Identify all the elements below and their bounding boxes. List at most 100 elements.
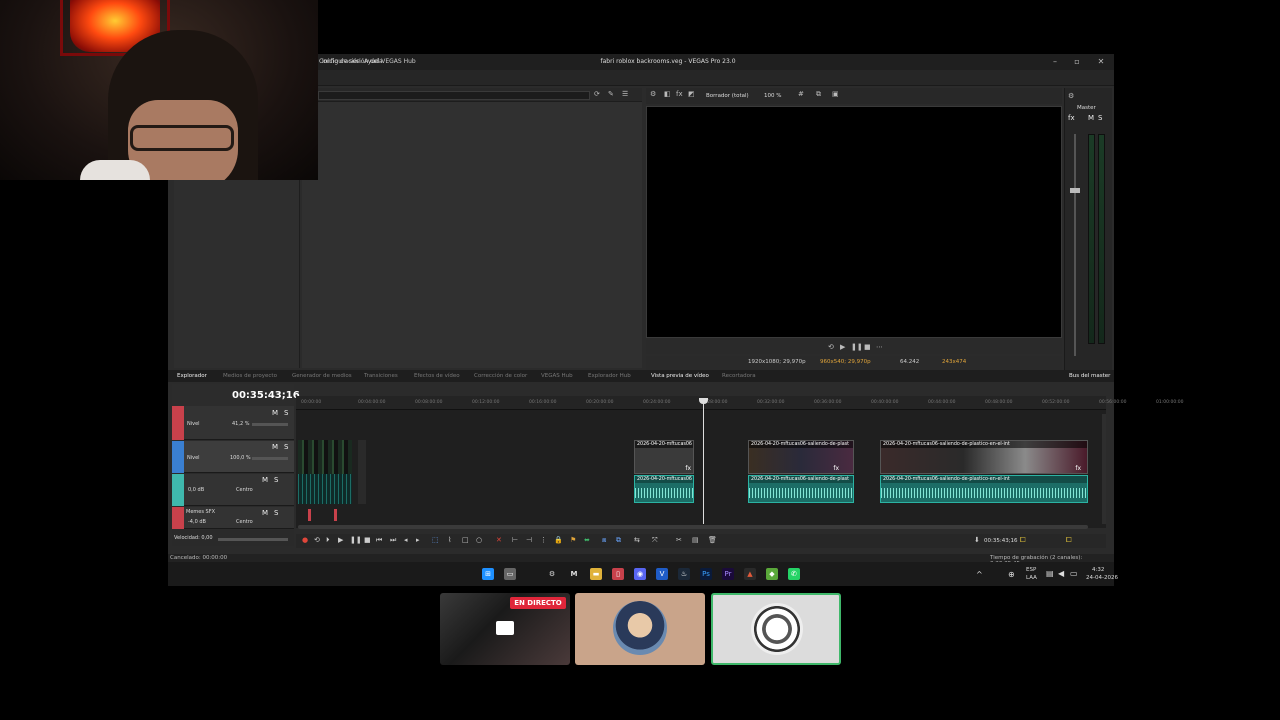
views-icon[interactable]: ☰ (622, 90, 628, 98)
play-icon[interactable]: ▶ (338, 536, 343, 544)
clip-2-fx-icon[interactable]: fx (833, 465, 839, 472)
track-2-solo[interactable]: S (284, 443, 288, 451)
go-start-icon[interactable]: ⏮ (376, 536, 382, 545)
tray-wifi-icon[interactable]: ▤ (1046, 569, 1054, 578)
more-tools-icon[interactable]: ▤ (692, 536, 699, 544)
tab-explorador[interactable]: Explorador (177, 373, 207, 379)
tray-time[interactable]: 4:32 (1092, 567, 1104, 573)
clip-video-1[interactable]: 2026-04-20-mftucas06 fx (634, 440, 694, 474)
task-view-icon[interactable]: ▭ (504, 568, 516, 580)
clip-early-small[interactable] (358, 440, 366, 504)
premiere-icon[interactable]: Pr (722, 568, 734, 580)
track-3-solo[interactable]: S (274, 476, 278, 484)
windows-start-icon[interactable]: ⊞ (482, 568, 494, 580)
master-fader-handle[interactable] (1070, 188, 1080, 193)
sfx-clip-2[interactable] (334, 509, 337, 521)
tab-generador-medios[interactable]: Generador de medios (292, 373, 352, 379)
clip-audio-3[interactable]: 2026-04-20-mftucas06-saliendo-de-plastic… (880, 475, 1088, 503)
tab-correccion-color[interactable]: Corrección de color (474, 373, 527, 379)
track-1-mute[interactable]: M (272, 409, 278, 417)
settings-app-icon[interactable]: ⚙ (546, 568, 558, 580)
tab-bus-master[interactable]: Bus del master (1069, 373, 1110, 379)
pause-icon[interactable]: ❚❚ (350, 536, 362, 544)
clip-audio-2[interactable]: 2026-04-20-mftucas06-saliendo-de-plast (748, 475, 854, 503)
preview-play-icon[interactable]: ▶ (840, 343, 845, 351)
file-explorer-icon[interactable]: ▬ (590, 568, 602, 580)
fx-icon[interactable]: fx (676, 90, 683, 98)
master-fx-button[interactable]: fx (1068, 114, 1075, 122)
master-mute-button[interactable]: M (1088, 114, 1094, 122)
grid-icon[interactable]: # (798, 90, 804, 98)
tab-vista-previa[interactable]: Vista previa de vídeo (651, 373, 709, 379)
save-snapshot-icon[interactable]: ▣ (832, 90, 839, 98)
tab-transiciones[interactable]: Transiciones (364, 373, 398, 379)
close-icon[interactable]: ✕ (1094, 57, 1108, 66)
tray-lang[interactable]: ESP (1026, 567, 1036, 573)
selection-tool-icon[interactable]: □ (462, 536, 469, 544)
m-app-icon[interactable]: M (568, 568, 580, 580)
discord-icon[interactable]: ◉ (634, 568, 646, 580)
app-orange-icon[interactable]: ▲ (744, 568, 756, 580)
track-3-mute[interactable]: M (262, 476, 268, 484)
hub-login-link[interactable]: Inicio de sesión del VEGAS Hub (322, 58, 416, 65)
prev-frame-icon[interactable]: ◂ (404, 536, 408, 544)
split-icon[interactable]: ⋮ (540, 536, 547, 544)
minimize-icon[interactable]: – (1048, 57, 1062, 66)
preview-pause-icon[interactable]: ❚❚ (851, 343, 863, 351)
delete-icon[interactable]: ✕ (496, 536, 502, 544)
clip-1-fx-icon[interactable]: fx (685, 465, 691, 472)
loop-icon[interactable]: ⟲ (828, 343, 834, 351)
tray-battery-icon[interactable]: ▭ (1070, 569, 1078, 578)
clip-early-audio[interactable] (298, 474, 352, 504)
app-red-icon[interactable]: ▯ (612, 568, 624, 580)
next-frame-icon[interactable]: ▸ (416, 536, 420, 544)
autoripple-icon[interactable]: ⧉ (616, 536, 621, 545)
trash-icon[interactable]: 🗑 (708, 536, 717, 544)
track-4-mute[interactable]: M (262, 509, 268, 517)
refresh-icon[interactable]: ⟳ (594, 90, 600, 98)
edit-tool-icon[interactable]: ⬚ (432, 536, 439, 544)
tab-efectos-video[interactable]: Efectos de vídeo (414, 373, 460, 379)
tools-icon[interactable]: ✎ (608, 90, 614, 98)
loop-playback-icon[interactable]: ⟲ (314, 536, 320, 544)
tray-date[interactable]: 24-04-2026 (1086, 575, 1118, 581)
photoshop-icon[interactable]: Ps (700, 568, 712, 580)
speed-slider[interactable] (218, 538, 288, 541)
track-1-level-slider[interactable] (252, 423, 288, 426)
stream-thumbnail-3[interactable] (711, 593, 841, 665)
clip-audio-1[interactable]: 2026-04-20-mftucas06 (634, 475, 694, 503)
tray-volume-icon[interactable]: ◀ (1058, 569, 1064, 578)
track-2-level-slider[interactable] (252, 457, 288, 460)
vegas-app-icon[interactable]: V (656, 568, 668, 580)
snap-icon[interactable]: ⧈ (602, 536, 606, 545)
master-solo-button[interactable]: S (1098, 114, 1102, 122)
master-settings-icon[interactable]: ⚙ (1068, 92, 1074, 100)
ripple-mode-icon[interactable]: ⇆ (634, 536, 640, 544)
preview-more-icon[interactable]: ⋯ (876, 343, 883, 351)
tray-overflow-icon[interactable]: ^ (976, 570, 983, 579)
clip-video-3[interactable]: 2026-04-20-mftucas06-saliendo-de-plastic… (880, 440, 1088, 474)
clip-early-video[interactable] (298, 440, 352, 474)
settings-gear-icon[interactable]: ⚙ (650, 90, 656, 98)
trim-start-icon[interactable]: ⊢ (512, 536, 518, 544)
tab-recortadora[interactable]: Recortadora (722, 373, 756, 379)
go-end-icon[interactable]: ⏭ (390, 536, 396, 545)
track-2-mute[interactable]: M (272, 443, 278, 451)
whatsapp-icon[interactable]: ✆ (788, 568, 800, 580)
restore-icon[interactable]: ▫ (1070, 57, 1084, 66)
clip-3-fx-icon[interactable]: fx (1075, 465, 1081, 472)
overlay-icon[interactable]: ◩ (688, 90, 695, 98)
tray-network-icon[interactable]: ⊕ (1008, 570, 1015, 579)
stream-thumbnail-2[interactable] (575, 593, 705, 665)
steam-icon[interactable]: ♨ (678, 568, 690, 580)
preview-zoom-dropdown[interactable]: 100 % (764, 93, 781, 99)
track-4-solo[interactable]: S (274, 509, 278, 517)
region-icon[interactable]: ⬌ (584, 536, 590, 544)
zoom-tool-icon[interactable]: ○ (476, 536, 482, 544)
lock-icon[interactable]: 🔒 (554, 536, 563, 544)
record-icon[interactable]: ● (302, 536, 308, 544)
envelope-tool-icon[interactable]: ⌇ (448, 536, 451, 544)
trim-end-icon[interactable]: ⊣ (526, 536, 532, 544)
track-1-solo[interactable]: S (284, 409, 288, 417)
stop-icon[interactable]: ■ (364, 536, 371, 544)
